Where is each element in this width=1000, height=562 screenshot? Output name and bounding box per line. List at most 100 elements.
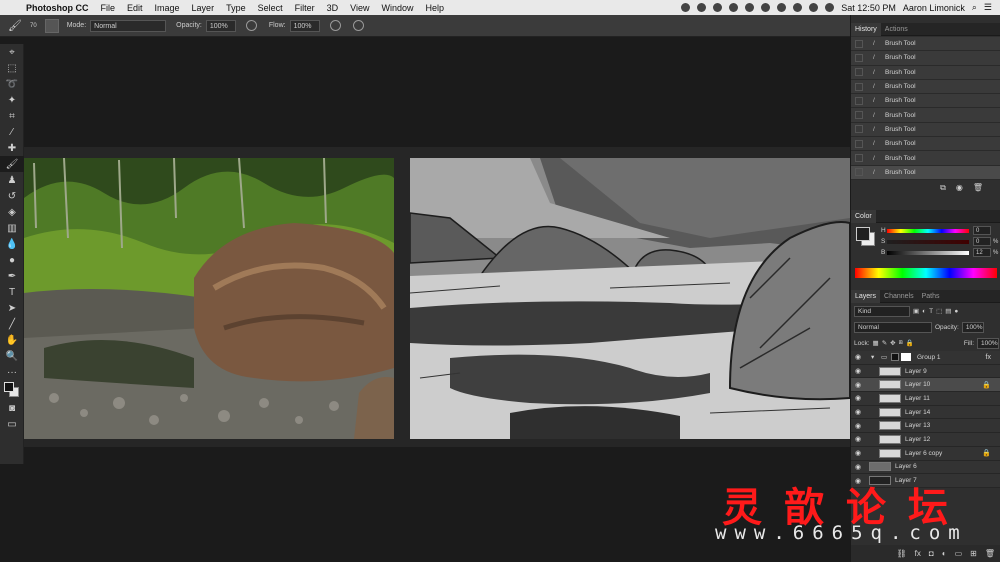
menu-layer[interactable]: Layer [192, 3, 215, 13]
type-tool-icon[interactable]: T [0, 284, 24, 300]
history-checkbox[interactable] [855, 125, 863, 134]
lock-position-icon[interactable]: ✥ [890, 339, 895, 347]
new-layer-icon[interactable]: ⊞ [970, 549, 977, 558]
link-layers-icon[interactable]: ⛓ [897, 549, 907, 558]
bluetooth-icon[interactable] [777, 3, 787, 12]
brush-panel-icon[interactable] [44, 18, 59, 33]
hue-slider-row[interactable]: H 0 [851, 225, 1000, 236]
gradient-icon[interactable]: ▥ [0, 220, 24, 236]
layer-row[interactable]: ◉ Layer 12 [851, 433, 1000, 447]
menu-filter[interactable]: Filter [295, 3, 315, 13]
menu-view[interactable]: View [350, 3, 369, 13]
tab-actions[interactable]: Actions [881, 26, 912, 33]
marquee-tool-icon[interactable]: ⬚ [0, 60, 24, 76]
visibility-eye-icon[interactable]: ◉ [851, 408, 865, 416]
line-tool-icon[interactable]: ╱ [0, 316, 24, 332]
fx-icon[interactable]: fx [986, 354, 991, 361]
fill-input[interactable]: 100% [977, 337, 999, 349]
stamp-tool-icon[interactable]: ♟ [0, 172, 24, 188]
visibility-eye-icon[interactable]: ◉ [851, 449, 865, 457]
layer-row[interactable]: ◉ Layer 13 [851, 419, 1000, 434]
visibility-eye-icon[interactable]: ◉ [851, 422, 865, 430]
battery-icon[interactable] [825, 3, 835, 12]
filter-pixel-icon[interactable]: ▣ [913, 307, 919, 315]
brush-preset-icon[interactable]: 🖌 [0, 19, 30, 32]
blur-tool-icon[interactable]: 💧 [0, 236, 24, 252]
tab-color[interactable]: Color [851, 209, 876, 223]
app-menu[interactable]: Photoshop CC [26, 3, 89, 13]
new-group-icon[interactable]: ▭ [955, 549, 963, 558]
notification-icon[interactable]: ☰ [984, 2, 992, 13]
layer-row[interactable]: ◉ Layer 6 copy 🔒 [851, 446, 1000, 461]
quick-mask-icon[interactable]: ◙ [0, 400, 24, 416]
history-item[interactable]: / Brush Tool [851, 151, 1000, 166]
brush-size[interactable]: 70 [30, 23, 37, 29]
delete-layer-icon[interactable]: 🗑 [985, 549, 995, 558]
layer-row-selected[interactable]: ◉ Layer 10 🔒 [851, 378, 1000, 393]
history-item[interactable]: / Brush Tool [851, 79, 1000, 95]
saturation-value[interactable]: 0 [973, 237, 991, 246]
blend-mode-select[interactable]: Normal [854, 321, 932, 333]
trash-icon[interactable]: 🗑 [973, 183, 983, 192]
lock-all-icon[interactable]: 🔒 [906, 339, 914, 347]
history-item[interactable]: / Brush Tool [851, 37, 1000, 52]
reference-photo[interactable] [24, 158, 394, 439]
menu-edit[interactable]: Edit [127, 3, 143, 13]
lasso-tool-icon[interactable]: ➰ [0, 76, 24, 92]
eyedropper-icon[interactable]: ⁄ [0, 124, 24, 140]
history-brush-icon[interactable]: ↺ [0, 188, 24, 204]
visibility-eye-icon[interactable]: ◉ [851, 394, 865, 402]
history-checkbox[interactable] [855, 139, 863, 148]
tab-channels[interactable]: Channels [880, 293, 918, 300]
tab-paths[interactable]: Paths [918, 293, 944, 300]
history-item[interactable]: / Brush Tool [851, 108, 1000, 123]
fx-button-icon[interactable]: fx [915, 549, 921, 558]
filter-shape-icon[interactable]: ⬚ [936, 307, 942, 315]
visibility-eye-icon[interactable]: ◉ [851, 463, 865, 471]
visibility-eye-icon[interactable]: ◉ [851, 353, 865, 361]
saturation-slider-row[interactable]: S 0 % [851, 236, 1000, 247]
snapshot-camera-icon[interactable]: ◉ [956, 183, 963, 192]
filter-smart-icon[interactable]: ▤ [945, 307, 951, 315]
status-icon-2[interactable] [697, 3, 707, 12]
history-item[interactable]: / Brush Tool [851, 137, 1000, 152]
history-checkbox[interactable] [855, 154, 863, 163]
menu-window[interactable]: Window [381, 3, 413, 13]
mode-select[interactable]: Normal [90, 19, 167, 32]
path-select-icon[interactable]: ➤ [0, 300, 24, 316]
history-item[interactable]: / Brush Tool [851, 122, 1000, 138]
volume-icon[interactable] [809, 3, 819, 12]
adjustment-layer-icon[interactable]: ◐ [942, 549, 947, 558]
hand-tool-icon[interactable]: ✋ [0, 332, 24, 348]
pressure-opacity-icon[interactable] [245, 20, 257, 31]
airplay-icon[interactable] [745, 3, 755, 12]
history-checkbox[interactable] [855, 68, 863, 77]
sketch-painting[interactable] [410, 158, 850, 439]
visibility-eye-icon[interactable]: ◉ [851, 435, 865, 443]
visibility-eye-icon[interactable]: ◉ [851, 367, 865, 375]
time-machine-icon[interactable] [761, 3, 771, 12]
spotlight-icon[interactable]: ⌕ [972, 2, 977, 13]
lock-transparent-icon[interactable]: ▦ [873, 339, 879, 347]
flow-input[interactable]: 100% [289, 19, 320, 32]
hue-value[interactable]: 0 [973, 226, 991, 235]
dodge-tool-icon[interactable]: ● [0, 252, 24, 268]
foreground-color-swatch[interactable] [4, 382, 14, 392]
history-item-current[interactable]: / Brush Tool [851, 165, 1000, 180]
history-checkbox[interactable] [855, 111, 863, 120]
history-item[interactable]: / Brush Tool [851, 65, 1000, 80]
menu-help[interactable]: Help [425, 3, 444, 13]
saturation-slider[interactable] [887, 239, 969, 244]
group-expand-icon[interactable]: ▾ [871, 353, 881, 361]
lock-pixels-icon[interactable]: ✎ [882, 339, 887, 347]
dropbox-icon[interactable] [713, 3, 723, 12]
visibility-eye-icon[interactable]: ◉ [851, 381, 865, 389]
artboard-tool-icon[interactable]: ⌖ [0, 44, 24, 60]
menu-image[interactable]: Image [155, 3, 180, 13]
brightness-slider-row[interactable]: B 12 % [851, 247, 1000, 258]
history-checkbox[interactable] [855, 82, 863, 91]
filter-type-icon[interactable]: T [929, 308, 933, 315]
healing-brush-icon[interactable]: ✚ [0, 140, 24, 156]
color-fg-swatch[interactable] [856, 227, 870, 241]
history-checkbox[interactable] [855, 39, 863, 48]
